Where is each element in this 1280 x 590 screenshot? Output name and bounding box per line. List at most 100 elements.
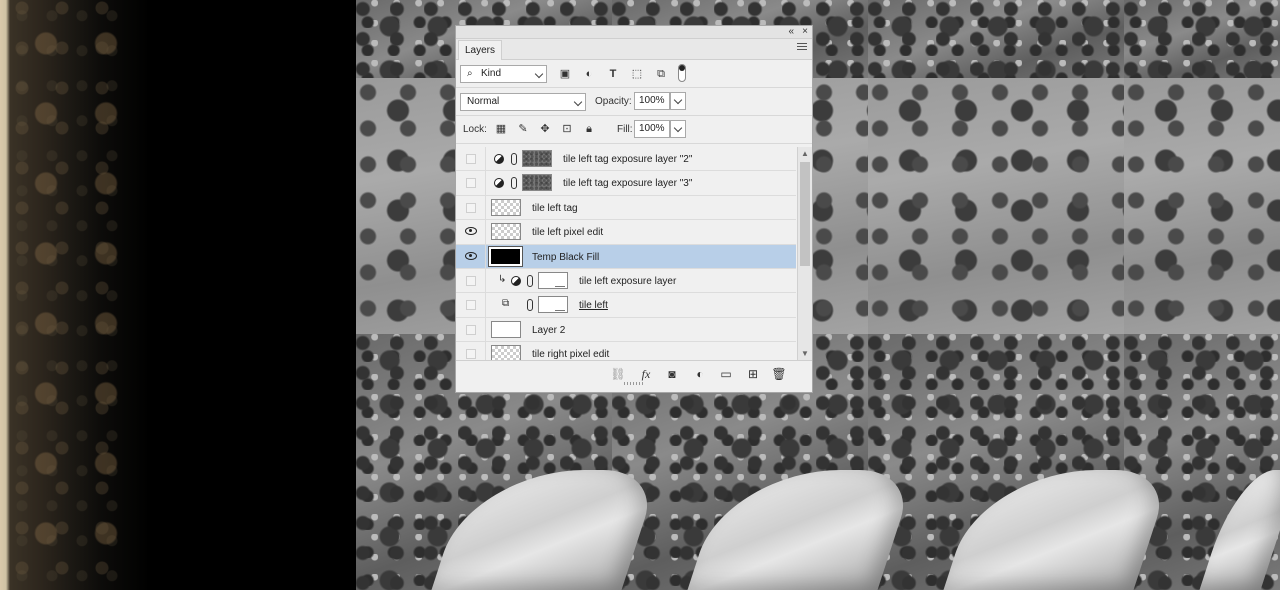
visibility-off-box [466,300,476,311]
visibility-toggle[interactable] [456,195,486,220]
eye-icon [465,251,477,260]
type-filter-icon[interactable]: T [606,67,620,81]
layer-row[interactable]: Layer 2 [456,317,796,343]
layer-row-selected[interactable]: Temp Black Fill [456,244,796,269]
layer-thumbnail [488,245,523,267]
layer-thumbnail [491,198,521,216]
panel-bottom-bar: ⛓ fx ◙ ◐ ▭ ⊞ 🗑︎ [456,360,812,387]
tab-label: Layers [465,45,496,56]
tab-bar: Layers [456,39,812,60]
tab-layers[interactable]: Layers [458,40,503,60]
filter-kind-select[interactable]: ⌕ Kind [460,65,547,83]
tile [868,78,1124,334]
layer-name: tile left pixel edit [532,227,604,239]
layer-thumbnail [522,174,552,192]
smart-object-icon: ⧉ [502,298,510,310]
collapse-icon[interactable]: « [788,26,794,38]
visibility-toggle[interactable] [456,147,486,171]
visibility-toggle[interactable] [456,317,486,342]
pixel-filter-icon[interactable]: ▣ [558,67,572,81]
layer-thumbnail [491,320,521,338]
opacity-label: Opacity: [595,96,632,107]
fx-icon[interactable]: fx [638,366,654,382]
layer-name: Layer 2 [532,324,566,336]
fill-label: Fill: [617,124,633,135]
link-icon[interactable] [527,299,533,312]
panel-title-bar[interactable]: « × [456,26,812,39]
lock-all-icon[interactable]: 🔒︎ [582,122,596,136]
layer-name: Temp Black Fill [532,251,600,263]
adjustment-layer-icon [494,154,504,164]
layer-row[interactable]: tile left tag [456,195,796,221]
visibility-toggle[interactable] [456,171,486,195]
lock-transparent-icon[interactable]: ▦ [494,122,508,136]
canvas-dark-edge [0,0,356,590]
layer-list: tile left tag exposure layer "2" tile le… [456,147,796,360]
search-icon: ⌕ [467,68,473,79]
scroll-down-icon[interactable]: ▼ [801,349,809,358]
layer-row[interactable]: tile left pixel edit [456,220,796,245]
visibility-toggle[interactable] [456,268,486,293]
fill-dropdown[interactable] [670,120,686,138]
layer-name: tile left tag [532,202,578,214]
blend-row: Normal Opacity: 100% [456,88,812,116]
scroll-thumb[interactable] [800,162,810,266]
layer-row[interactable]: ↳ tile left exposure layer [456,268,796,294]
close-icon[interactable]: × [802,26,808,38]
smart-object-filter-icon[interactable]: ⧉ [654,67,668,81]
opacity-dropdown[interactable] [670,92,686,110]
link-icon[interactable] [511,177,517,190]
scroll-up-icon[interactable]: ▲ [801,149,809,158]
visibility-toggle[interactable] [456,342,486,360]
visibility-off-box [466,202,476,213]
link-icon[interactable] [511,153,517,165]
layer-row[interactable]: tile left tag exposure layer "3" [456,171,796,196]
shape-filter-icon[interactable]: ⬚ [630,67,644,81]
layer-thumbnail [522,150,552,167]
new-group-icon[interactable]: ▭ [718,366,734,382]
lock-label: Lock: [463,124,487,135]
lock-artboard-icon[interactable]: ⊡ [560,122,574,136]
canvas-texture [10,0,130,590]
new-layer-icon[interactable]: ⊞ [745,366,761,382]
lock-image-icon[interactable]: ✎ [516,122,530,136]
adjustment-layer-icon [511,275,521,286]
layer-name: tile left [579,300,608,312]
visibility-toggle[interactable] [456,293,486,317]
adjustment-layer-icon [494,178,504,189]
clipping-arrow-icon: ↳ [498,273,507,285]
visibility-off-box [466,275,476,286]
layer-name: tile left tag exposure layer "3" [563,178,693,190]
layer-row[interactable]: ⧉ tile left [456,293,796,318]
adjustment-filter-icon[interactable]: ◐ [582,67,596,81]
layer-row[interactable]: tile right pixel edit [456,342,796,360]
tile [1124,0,1280,78]
layer-thumbnail [491,345,521,360]
add-mask-icon[interactable]: ◙ [664,366,680,382]
lock-position-icon[interactable]: ✥ [538,122,552,136]
layer-row[interactable]: tile left tag exposure layer "2" [456,147,796,172]
panel-resize-grip[interactable] [624,382,644,385]
delete-layer-icon[interactable]: 🗑︎ [771,366,787,382]
new-adjustment-icon[interactable]: ◐ [692,366,708,382]
blend-mode-select[interactable]: Normal [460,93,586,111]
link-icon[interactable] [527,274,533,287]
tile [868,0,1124,78]
layer-mask-thumbnail [538,296,568,314]
layers-panel: « × Layers ⌕ Kind ▣ ◐ T ⬚ ⧉ Normal Opaci… [455,25,813,393]
visibility-toggle[interactable] [456,220,486,244]
visibility-off-box [466,349,476,360]
visibility-toggle[interactable] [456,244,486,268]
fill-input[interactable]: 100% [634,120,670,138]
filter-toggle[interactable] [678,64,686,82]
layer-list-scrollbar[interactable]: ▲ ▼ [797,147,812,360]
lock-row: Lock: ▦ ✎ ✥ ⊡ 🔒︎ Fill: 100% [456,116,812,144]
panel-menu-icon[interactable] [797,43,807,52]
tile [1124,78,1280,334]
opacity-input[interactable]: 100% [634,92,670,110]
layer-thumbnail [491,223,521,241]
layer-name: tile right pixel edit [532,349,610,360]
link-layers-icon[interactable]: ⛓ [610,366,626,382]
visibility-off-box [466,324,476,335]
layer-name: tile left exposure layer [579,275,677,287]
